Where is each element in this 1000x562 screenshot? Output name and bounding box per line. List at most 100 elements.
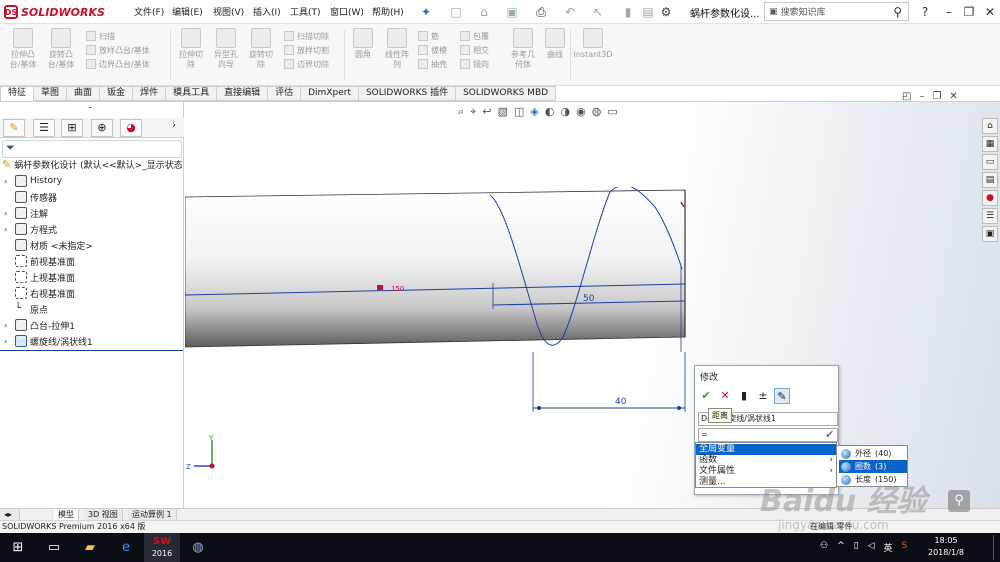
fillet-button[interactable]: 圆角 [346, 28, 380, 60]
tab-surfaces[interactable]: 曲面 [67, 86, 101, 101]
display-manager-tab-icon[interactable]: ◕ [120, 119, 142, 137]
appearance-icon[interactable]: ◉ [576, 105, 586, 123]
design-library-icon[interactable]: ▦ [982, 136, 998, 152]
solidworks-logo[interactable]: DS SOLIDWORKS [4, 3, 105, 21]
tree-item-front-plane[interactable]: 前视基准面 [4, 253, 75, 269]
tree-item-top-plane[interactable]: 上视基准面 [4, 269, 75, 285]
view-palette-icon[interactable]: ▤ [982, 172, 998, 188]
submenu-item-turns[interactable]: 圈数 (3) [839, 460, 907, 473]
revolve-boss-button[interactable]: 旋转凸 台/基体 [44, 28, 78, 70]
chevron-up-icon[interactable]: ^ [837, 541, 845, 554]
wrap-item[interactable]: 包覆 [460, 29, 489, 43]
cylinder-body[interactable] [185, 189, 686, 348]
open-icon[interactable]: ⌂ [476, 4, 492, 20]
tree-item-origin[interactable]: └ 原点 [4, 301, 48, 317]
search-box[interactable]: ▣ 搜索知识库 ⚲ [764, 2, 909, 21]
feature-manager-tab-icon[interactable]: ✎ [3, 119, 25, 137]
revolve-cut-button[interactable]: 旋转切 除 [244, 28, 278, 70]
file-explorer-taskbar-icon[interactable]: ▰ [72, 533, 108, 562]
sweep-item[interactable]: 扫描 [86, 29, 150, 43]
network-icon[interactable]: ▯ [854, 541, 859, 554]
print-icon[interactable]: ⎙ [533, 4, 549, 20]
dimension-50-label[interactable]: 50 [583, 294, 595, 304]
new-document-icon[interactable]: □ [448, 4, 464, 20]
dimension-40-label[interactable]: 40 [615, 397, 627, 407]
people-icon[interactable]: ⚇ [820, 541, 828, 554]
viewport-close-icon[interactable]: ✕ [949, 91, 957, 102]
tree-item-equations[interactable]: › 方程式 [4, 221, 57, 237]
reverse-sense-icon[interactable]: ± [755, 388, 771, 404]
expand-arrow-icon[interactable]: › [4, 225, 12, 234]
tab-mold-tools[interactable]: 模具工具 [166, 86, 218, 101]
custom-properties-icon[interactable]: ☰ [982, 208, 998, 224]
viewport-restore-icon[interactable]: ◰ [902, 91, 911, 102]
tab-sketch[interactable]: 草图 [34, 86, 68, 101]
zoom-to-fit-icon[interactable]: ⌕ [458, 105, 464, 123]
file-properties-icon[interactable]: ▤ [640, 4, 656, 20]
tree-root[interactable]: ✎ 蜗杆参数化设计 (默认<<默认>_显示状态 [2, 158, 183, 171]
curves-button[interactable]: 曲线 [538, 28, 572, 60]
file-explorer-icon[interactable]: ▭ [982, 154, 998, 170]
close-button[interactable]: ✕ [981, 3, 999, 21]
rebuild-traffic-light-icon[interactable]: ▮ [736, 388, 752, 404]
boundary-cut-item[interactable]: 边界切除 [284, 57, 329, 71]
ok-check-icon[interactable]: ✔ [698, 388, 714, 404]
forum-icon[interactable]: ▣ [982, 226, 998, 242]
dynamic-annotation-icon[interactable]: ◫ [514, 105, 524, 123]
tree-item-boss-extrude[interactable]: › 凸台-拉伸1 [4, 317, 75, 333]
volume-icon[interactable]: ◁ [868, 541, 875, 554]
instant3d-button[interactable]: Instant3D [573, 28, 613, 60]
loft-boss-item[interactable]: 放样凸台/基体 [86, 43, 150, 57]
boundary-boss-item[interactable]: 边界凸台/基体 [86, 57, 150, 71]
pin-icon[interactable]: ✦ [418, 4, 434, 20]
tree-item-sensors[interactable]: 传感器 [4, 189, 57, 205]
tab-mbd[interactable]: SOLIDWORKS MBD [456, 86, 557, 101]
rib-item[interactable]: 筋 [418, 29, 447, 43]
scene-icon[interactable]: ◍ [592, 105, 602, 123]
tab-dimxpert[interactable]: DimXpert [301, 86, 359, 101]
intersect-item[interactable]: 相交 [460, 43, 489, 57]
filter-icon[interactable]: ⏷ [2, 140, 182, 158]
hide-show-icon[interactable]: ◑ [560, 105, 570, 123]
expand-arrow-icon[interactable]: › [4, 321, 12, 330]
expand-arrow-icon[interactable]: › [4, 177, 12, 186]
view-orientation-icon[interactable]: ◈ [530, 105, 538, 123]
taskbar-clock[interactable]: 18:05 2018/1/8 [928, 535, 964, 559]
tree-item-right-plane[interactable]: 右视基准面 [4, 285, 75, 301]
task-view-icon[interactable]: ▭ [36, 533, 72, 562]
minimize-button[interactable]: – [940, 3, 958, 21]
zoom-area-icon[interactable]: ⌖ [470, 105, 476, 123]
shell-item[interactable]: 抽壳 [418, 57, 447, 71]
cancel-x-icon[interactable]: ✕ [717, 388, 733, 404]
options-gear-icon[interactable]: ⚙ [658, 4, 674, 20]
help-question-icon[interactable]: ? [916, 3, 934, 21]
rollback-bar[interactable] [0, 350, 183, 351]
dimension-red-label[interactable]: 150 [391, 285, 404, 293]
restore-button[interactable]: ❐ [960, 3, 978, 21]
mirror-item[interactable]: 镜向 [460, 57, 489, 71]
viewport-minimize-icon[interactable]: – [919, 91, 924, 102]
loft-cut-item[interactable]: 放样切割 [284, 43, 329, 57]
tab-direct-editing[interactable]: 直接编辑 [217, 86, 269, 101]
solidworks-resources-icon[interactable]: ⌂ [982, 118, 998, 134]
reference-geometry-button[interactable]: 参考几 何体 [506, 28, 540, 70]
appearances-icon[interactable]: ● [982, 190, 998, 206]
search-icon[interactable]: ⚲ [893, 5, 902, 19]
rebuild-icon[interactable]: ▮ [620, 4, 636, 20]
viewport-maximize-icon[interactable]: ❐ [932, 91, 941, 102]
extrude-cut-button[interactable]: 拉伸切 除 [174, 28, 208, 70]
input-language[interactable]: 英 [884, 541, 893, 554]
chevron-right-icon[interactable]: › [172, 120, 176, 131]
expand-arrow-icon[interactable]: › [4, 209, 12, 218]
edge-browser-icon[interactable]: e [108, 533, 144, 562]
solidworks-taskbar-icon[interactable]: SW 2016 [144, 533, 180, 562]
menu-edit[interactable]: 编辑(E) [172, 5, 203, 18]
tab-features[interactable]: 特征 [0, 86, 35, 101]
tree-item-history[interactable]: › History [4, 173, 62, 189]
tab-sheet-metal[interactable]: 钣金 [100, 86, 134, 101]
undo-icon[interactable]: ↶ [562, 4, 578, 20]
select-icon[interactable]: ↖ [590, 4, 606, 20]
sogou-input-icon[interactable]: S [902, 541, 908, 554]
mark-dimension-icon[interactable]: ✎ [774, 387, 790, 404]
windows-start-icon[interactable]: ⊞ [0, 533, 36, 562]
